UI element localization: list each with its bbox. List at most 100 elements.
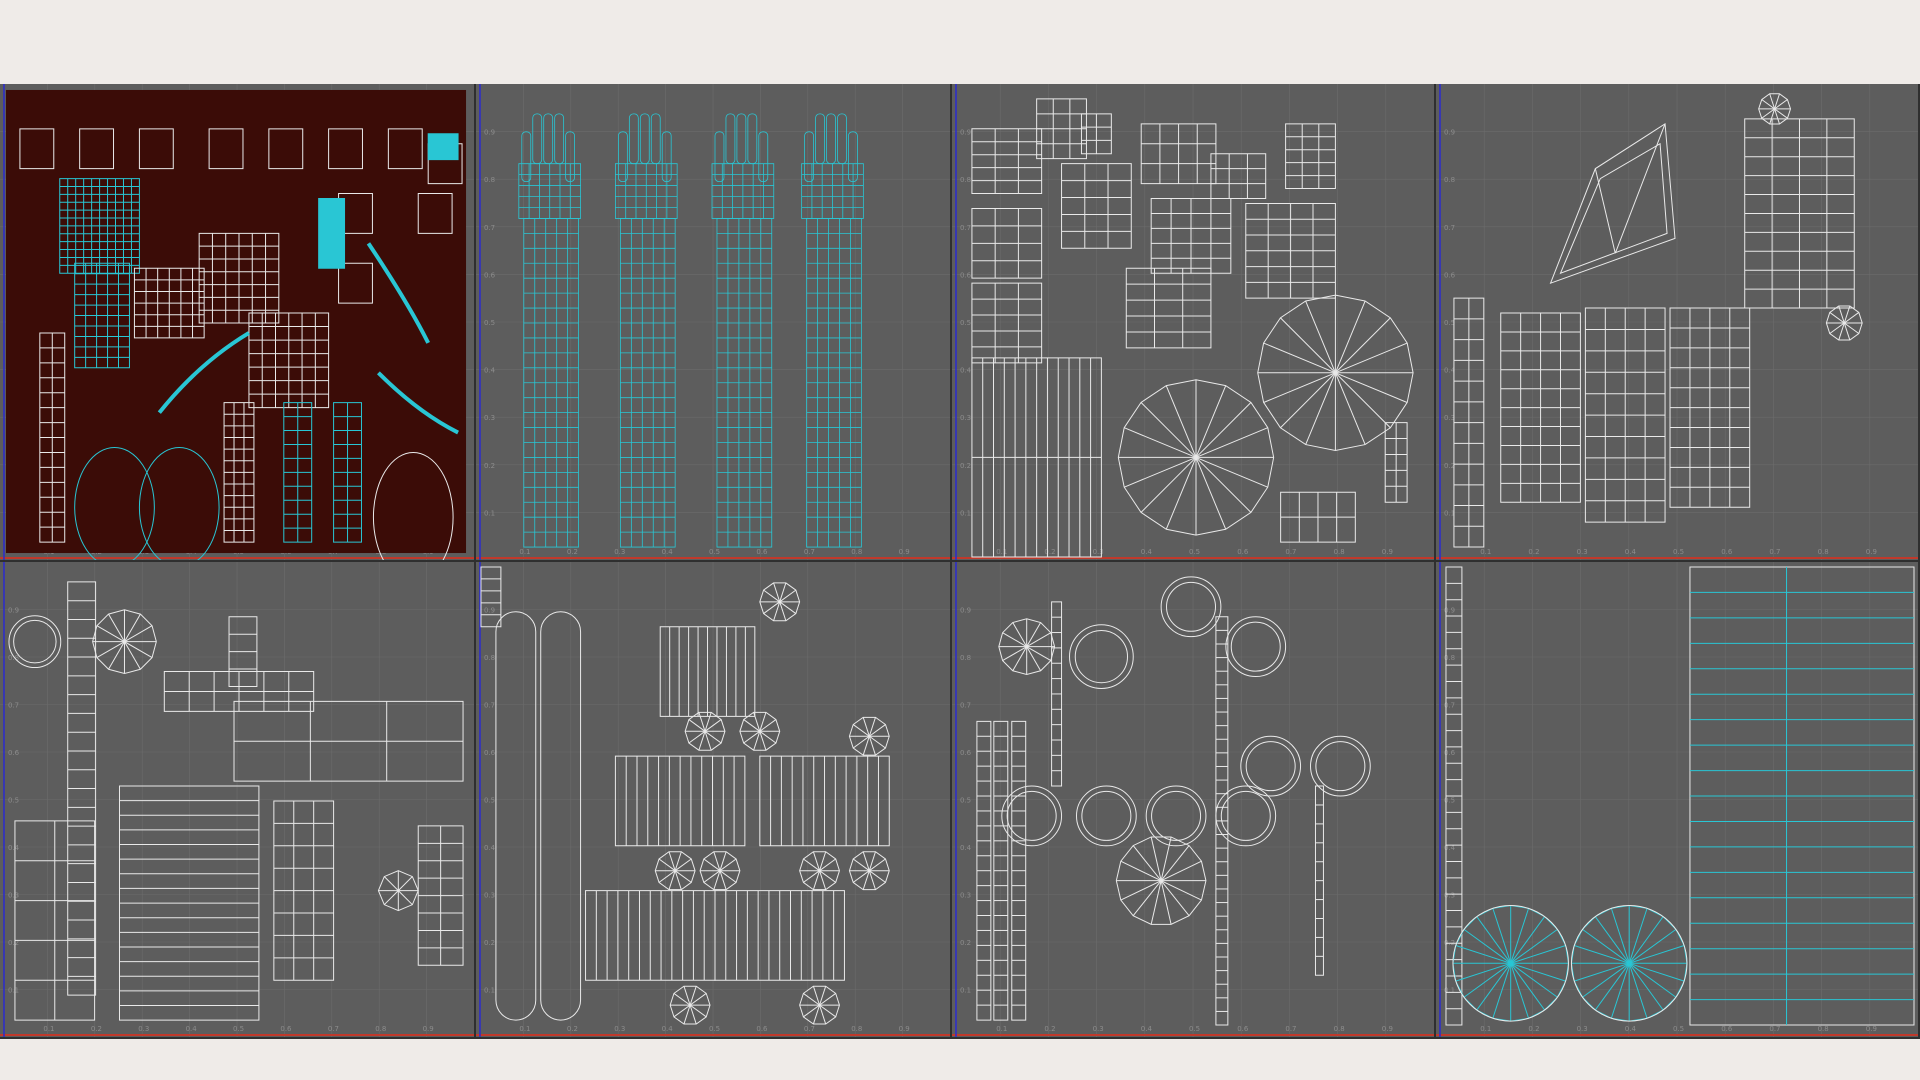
v-tick-label: 0.9 bbox=[960, 129, 971, 137]
u-tick-label: 0.6 bbox=[1237, 548, 1248, 556]
u-tick-label: 0.9 bbox=[1866, 548, 1877, 556]
v-tick-label: 0.4 bbox=[960, 367, 972, 375]
uv-layout-icon: 0.10.20.30.40.50.60.70.80.90.90.80.70.60… bbox=[1436, 562, 1918, 1037]
u-tick-label: 0.3 bbox=[138, 1025, 149, 1033]
u-tick-label: 0.6 bbox=[1721, 548, 1732, 556]
uv-panel-2[interactable]: 0.1 0.2 0.3 0.4 0.5 0.6 0.7 0.8 0.9 0.9 0.8 0.7 0.6 0… bbox=[476, 84, 952, 562]
u-tick-label: 0.8 bbox=[1334, 1025, 1345, 1033]
v-tick-label: 0.1 bbox=[484, 509, 495, 517]
u-tick-label: 0.7 bbox=[804, 548, 815, 556]
u-tick-label: 0.4 bbox=[662, 548, 674, 556]
u-tick-label: 0.5 bbox=[1673, 548, 1684, 556]
u-tick-label: 0.6 bbox=[756, 1025, 767, 1033]
u-tick-label: 0.4 bbox=[1625, 548, 1637, 556]
v-tick-label: 0.3 bbox=[8, 891, 19, 899]
uv-panel-5[interactable]: 0.1 0.2 0.3 0.4 0.5 0.6 0.7 0.8 0.9 0.9 0.8 0.7 0.6 0… bbox=[0, 562, 476, 1039]
u-tick-label: 0.6 bbox=[280, 1025, 291, 1033]
tick-labels: 0.10.20.30.40.50.60.70.80.90.90.80.70.60… bbox=[960, 606, 1393, 1033]
uv-layout-icon: 0.10.20.30.40.50.60.70.80.90.90.80.70.60… bbox=[0, 84, 474, 560]
v-tick-label: 0.1 bbox=[8, 986, 19, 994]
u-tick-label: 0.2 bbox=[1044, 1025, 1055, 1033]
uv-panel-6[interactable]: 0.1 0.2 0.3 0.4 0.5 0.6 0.7 0.8 0.9 0.9 0.8 0.7 0.6 0… bbox=[476, 562, 952, 1039]
u-tick-label: 0.2 bbox=[567, 548, 578, 556]
u-tick-label: 0.8 bbox=[375, 1025, 386, 1033]
tick-labels: 0.10.20.30.40.50.60.70.80.90.90.80.70.60… bbox=[8, 606, 434, 1033]
v-tick-label: 0.4 bbox=[484, 844, 496, 852]
v-tick-label: 0.4 bbox=[8, 844, 20, 852]
v-tick-label: 0.4 bbox=[960, 844, 972, 852]
u-tick-label: 0.9 bbox=[1866, 1025, 1877, 1033]
u-tick-label: 0.5 bbox=[709, 1025, 720, 1033]
v-tick-label: 0.7 bbox=[960, 224, 971, 232]
uv-panel-1[interactable]: 0.10.20.30.40.50.60.70.80.90.90.80.70.60… bbox=[0, 84, 476, 562]
v-tick-label: 0.7 bbox=[8, 701, 19, 709]
uv-grid bbox=[0, 562, 474, 1037]
uv-panel-3[interactable]: 0.1 0.2 0.3 0.4 0.5 0.6 0.7 0.8 0.9 0.9 0.8 0.7 0.6 0… bbox=[952, 84, 1436, 562]
v-tick-label: 0.1 bbox=[960, 986, 971, 994]
u-tick-label: 0.7 bbox=[1285, 1025, 1296, 1033]
v-tick-label: 0.8 bbox=[960, 654, 971, 662]
v-tick-label: 0.2 bbox=[484, 939, 495, 947]
v-tick-label: 0.1 bbox=[484, 986, 495, 994]
v-tick-label: 0.1 bbox=[1444, 509, 1455, 517]
v-tick-label: 0.5 bbox=[8, 796, 19, 804]
v-tick-label: 0.9 bbox=[8, 606, 19, 614]
v-tick-label: 0.9 bbox=[484, 606, 495, 614]
u-tick-label: 0.9 bbox=[1382, 1025, 1393, 1033]
u-tick-label: 0.2 bbox=[1528, 1025, 1539, 1033]
uv-panel-4[interactable]: 0.1 0.2 0.3 0.4 0.5 0.6 0.7 0.8 0.9 0.9 0.8 0.7 0.6 0… bbox=[1436, 84, 1920, 562]
v-tick-label: 0.8 bbox=[960, 176, 971, 184]
u-tick-label: 0.1 bbox=[1480, 1025, 1491, 1033]
u-tick-label: 0.6 bbox=[756, 548, 767, 556]
v-tick-label: 0.3 bbox=[484, 891, 495, 899]
uv-grid bbox=[952, 562, 1434, 1037]
v-tick-label: 0.6 bbox=[484, 749, 495, 757]
u-tick-label: 0.8 bbox=[1818, 548, 1829, 556]
v-tick-label: 0.5 bbox=[484, 319, 495, 327]
u-tick-label: 0.8 bbox=[851, 548, 862, 556]
v-tick-label: 0.8 bbox=[484, 654, 495, 662]
u-tick-label: 0.9 bbox=[899, 1025, 910, 1033]
u-tick-label: 0.4 bbox=[662, 1025, 674, 1033]
v-tick-label: 0.8 bbox=[484, 176, 495, 184]
wheel-island bbox=[1453, 906, 1687, 1022]
uv-panel-7[interactable]: 0.1 0.2 0.3 0.4 0.5 0.6 0.7 0.8 0.9 0.9 0.8 0.7 0.6 0… bbox=[952, 562, 1436, 1039]
uv-grid bbox=[952, 84, 1434, 560]
v-tick-label: 0.8 bbox=[1444, 176, 1455, 184]
u-tick-label: 0.8 bbox=[851, 1025, 862, 1033]
u-tick-label: 0.2 bbox=[91, 1025, 102, 1033]
u-tick-label: 0.8 bbox=[1334, 548, 1345, 556]
uv-islands bbox=[972, 99, 1413, 557]
uv-layout-icon: 0.10.20.30.40.50.60.70.80.90.90.80.70.60… bbox=[0, 562, 474, 1037]
v-tick-label: 0.2 bbox=[960, 939, 971, 947]
u-tick-label: 0.3 bbox=[614, 1025, 625, 1033]
u-tick-label: 0.5 bbox=[1189, 1025, 1200, 1033]
uv-islands bbox=[977, 577, 1370, 1025]
v-tick-label: 0.7 bbox=[484, 701, 495, 709]
u-tick-label: 0.7 bbox=[1769, 548, 1780, 556]
v-tick-label: 0.4 bbox=[484, 367, 496, 375]
u-tick-label: 0.1 bbox=[519, 548, 530, 556]
uv-islands bbox=[481, 567, 889, 1024]
u-tick-label: 0.5 bbox=[1673, 1025, 1684, 1033]
v-tick-label: 0.5 bbox=[960, 796, 971, 804]
v-tick-label: 0.9 bbox=[484, 129, 495, 137]
v-tick-label: 0.3 bbox=[960, 414, 971, 422]
uv-islands bbox=[9, 582, 463, 1020]
u-tick-label: 0.5 bbox=[1189, 548, 1200, 556]
v-tick-label: 0.6 bbox=[8, 749, 19, 757]
u-tick-label: 0.1 bbox=[43, 1025, 54, 1033]
u-tick-label: 0.9 bbox=[899, 548, 910, 556]
v-tick-label: 0.7 bbox=[484, 224, 495, 232]
uv-editor-grid: 0.1 0.2 0.3 0.4 0.5 0.6 0.7 0.8 0.9 0.9 0.8 0.7 0.6 0… bbox=[0, 84, 1920, 1039]
u-tick-label: 0.1 bbox=[996, 1025, 1007, 1033]
u-tick-label: 0.3 bbox=[1093, 1025, 1104, 1033]
v-tick-label: 0.9 bbox=[960, 606, 971, 614]
uv-panel-8[interactable]: 0.1 0.2 0.3 0.4 0.5 0.6 0.7 0.8 0.9 0.9 0.8 0.7 0.6 0… bbox=[1436, 562, 1920, 1039]
u-tick-label: 0.3 bbox=[1093, 548, 1104, 556]
v-tick-label: 0.5 bbox=[1444, 319, 1455, 327]
v-tick-label: 0.3 bbox=[1444, 414, 1455, 422]
v-tick-label: 0.6 bbox=[960, 271, 971, 279]
v-tick-label: 0.2 bbox=[960, 462, 971, 470]
u-tick-label: 0.9 bbox=[1382, 548, 1393, 556]
